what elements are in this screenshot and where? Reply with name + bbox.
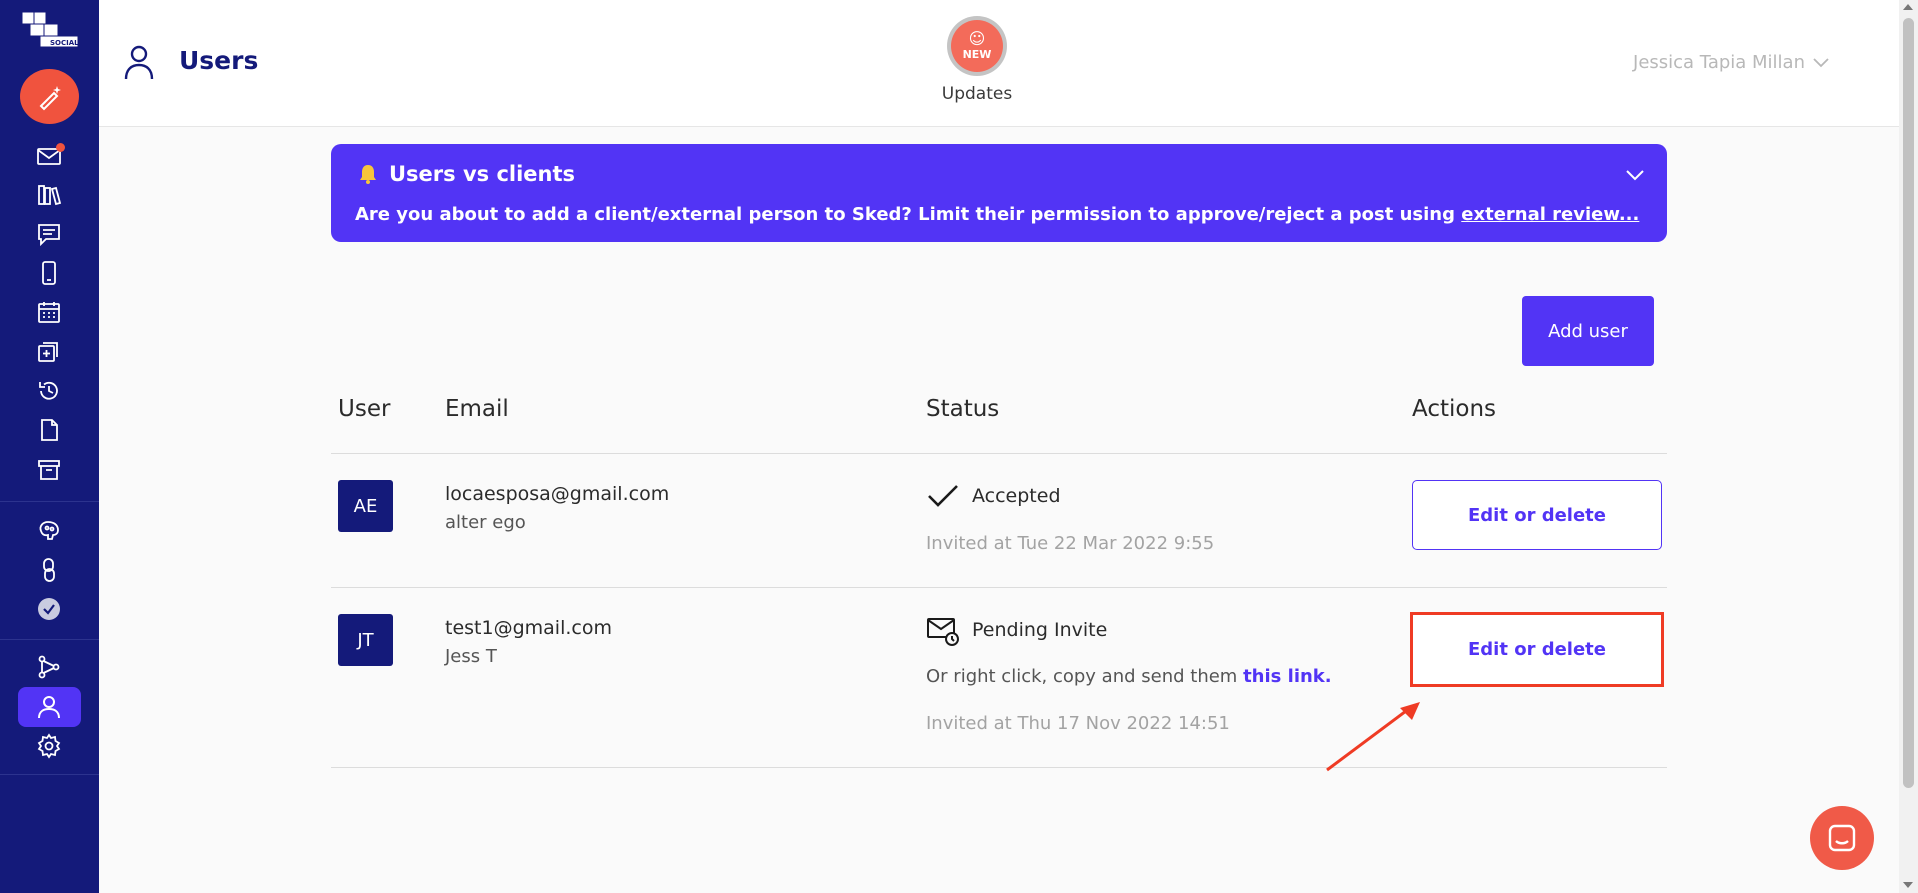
- table-divider: [331, 453, 1667, 454]
- user-email: locaesposa@gmail.com: [445, 483, 670, 505]
- users-vs-clients-banner: Users vs clients Are you about to add a …: [331, 144, 1667, 242]
- comments-icon: [38, 224, 60, 247]
- banner-body: Are you about to add a client/external p…: [355, 204, 1462, 225]
- chat-launcher-button[interactable]: [1810, 806, 1874, 870]
- column-header-status: Status: [926, 396, 1000, 422]
- link-icon: [43, 558, 55, 582]
- bell-icon: [360, 165, 376, 184]
- sidebar-item-comments[interactable]: [34, 219, 64, 249]
- sidebar-item-insights[interactable]: [34, 515, 64, 545]
- invite-copy-text: Or right click, copy and send them this …: [926, 666, 1332, 687]
- sidebar-item-archive[interactable]: [34, 455, 64, 485]
- scroll-up-arrow-icon[interactable]: [1903, 4, 1913, 10]
- external-review-link[interactable]: external review...: [1461, 204, 1639, 225]
- page-scrollbar[interactable]: [1899, 0, 1918, 893]
- user-email: test1@gmail.com: [445, 617, 612, 639]
- smiley-icon: ☺: [968, 29, 986, 48]
- invite-link[interactable]: this link.: [1243, 666, 1332, 687]
- user-name: Jess T: [445, 646, 497, 667]
- sidebar-divider: [0, 639, 99, 640]
- banner-title: Users vs clients: [389, 162, 576, 186]
- insights-icon: [39, 521, 59, 540]
- column-header-actions: Actions: [1412, 396, 1497, 422]
- banner-text: Are you about to add a client/external p…: [355, 204, 1639, 225]
- invited-date: Invited at Thu 17 Nov 2022 14:51: [926, 713, 1230, 734]
- sked-logo-icon[interactable]: SOCIAL: [20, 8, 80, 50]
- chevron-down-icon[interactable]: [1625, 168, 1645, 182]
- sidebar-item-calendar[interactable]: [34, 297, 64, 327]
- sidebar-item-approvals[interactable]: [34, 594, 64, 624]
- table-divider: [331, 587, 1667, 588]
- sidebar-item-links[interactable]: [34, 555, 64, 585]
- sidebar-item-documents[interactable]: [34, 415, 64, 445]
- approval-icon: [38, 598, 60, 620]
- avatar: AE: [338, 480, 393, 532]
- magic-pen-icon: [39, 85, 61, 110]
- status-text: Accepted: [972, 485, 1061, 507]
- sidebar-item-add-post[interactable]: [34, 336, 64, 366]
- highlight-box: [1410, 612, 1664, 687]
- checkmark-icon: [928, 485, 958, 507]
- add-post-icon: [38, 342, 58, 362]
- updates-widget[interactable]: ☺ NEW Updates: [922, 16, 1032, 104]
- sidebar-item-settings[interactable]: [34, 731, 64, 761]
- settings-icon: [37, 733, 61, 759]
- status-accepted: Accepted: [926, 479, 1061, 513]
- updates-label: Updates: [941, 84, 1013, 104]
- edit-or-delete-button[interactable]: Edit or delete: [1412, 480, 1662, 550]
- chevron-down-icon: [1813, 57, 1829, 67]
- archive-icon: [38, 460, 60, 480]
- users-page-icon: [124, 45, 154, 80]
- page-title: Users: [179, 46, 259, 75]
- column-header-email: Email: [445, 396, 509, 422]
- history-icon: [39, 381, 58, 400]
- user-name: alter ego: [445, 512, 526, 533]
- updates-badge[interactable]: ☺ NEW: [947, 16, 1007, 76]
- sidebar-item-library[interactable]: [34, 180, 64, 210]
- sidebar-divider: [0, 774, 99, 775]
- table-divider: [331, 767, 1667, 768]
- phone-preview-icon: [42, 261, 56, 285]
- users-icon: [38, 696, 60, 719]
- column-header-user: User: [338, 396, 391, 422]
- status-pending-invite: Pending Invite: [926, 613, 1107, 647]
- avatar: JT: [338, 614, 393, 666]
- document-icon: [41, 419, 58, 441]
- status-text: Pending Invite: [972, 619, 1108, 641]
- copy-instruction: Or right click, copy and send them: [926, 666, 1244, 687]
- invited-date: Invited at Tue 22 Mar 2022 9:55: [926, 533, 1215, 554]
- scroll-down-arrow-icon[interactable]: [1903, 882, 1913, 888]
- envelope-clock-icon: [927, 618, 959, 646]
- top-header: Users ☺ NEW Updates Jessica Tapia Millan: [99, 0, 1899, 127]
- calendar-icon: [38, 302, 60, 323]
- library-icon: [38, 185, 62, 206]
- integrations-icon: [38, 655, 60, 679]
- notification-dot: [56, 143, 65, 152]
- chat-icon: [1828, 824, 1856, 852]
- sidebar-item-phone-preview[interactable]: [34, 258, 64, 288]
- svg-text:SOCIAL: SOCIAL: [50, 39, 79, 47]
- compose-button[interactable]: [20, 69, 79, 124]
- sidebar-item-history[interactable]: [34, 376, 64, 406]
- sidebar-item-users-icon-wrap: [34, 692, 64, 722]
- account-name: Jessica Tapia Millan: [1633, 52, 1805, 73]
- sidebar-divider: [0, 501, 99, 502]
- annotation-arrow-icon: [1326, 702, 1420, 772]
- sidebar-item-integrations[interactable]: [34, 652, 64, 682]
- account-menu[interactable]: Jessica Tapia Millan: [1633, 52, 1829, 73]
- add-user-button[interactable]: Add user: [1522, 296, 1654, 366]
- sidebar: SOCIAL: [0, 0, 99, 893]
- banner-title-row: Users vs clients: [357, 162, 575, 186]
- new-badge-label: NEW: [962, 48, 992, 61]
- scroll-thumb[interactable]: [1903, 18, 1914, 788]
